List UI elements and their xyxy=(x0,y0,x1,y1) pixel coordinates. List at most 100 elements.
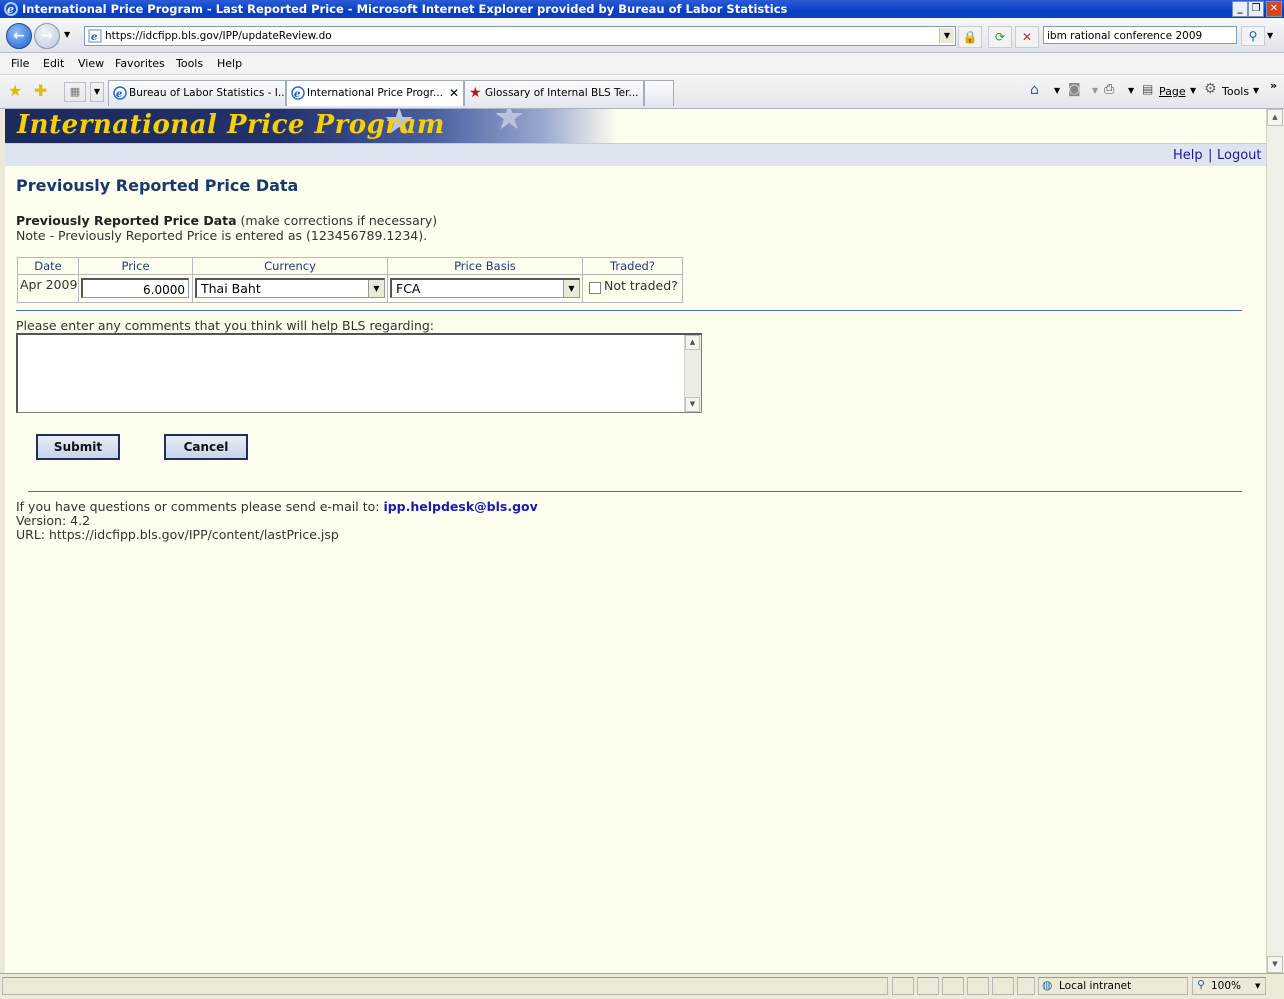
not-traded-label: Not traded? xyxy=(604,278,678,293)
zone-segment[interactable]: ◍ Local intranet xyxy=(1038,977,1188,995)
currency-selected-value: Thai Baht xyxy=(201,281,261,296)
zoom-dropdown-icon[interactable]: ▼ xyxy=(1255,982,1260,990)
cell-currency: Thai Baht ▼ xyxy=(193,275,388,302)
search-options-icon[interactable]: ▼ xyxy=(1267,31,1273,40)
address-field[interactable]: e https://idcfipp.bls.gov/IPP/updateRevi… xyxy=(84,26,956,46)
chevron-down-icon[interactable]: ▼ xyxy=(563,280,579,297)
menu-help[interactable]: Help xyxy=(217,53,242,74)
back-arrow-icon: ← xyxy=(13,28,25,44)
favorites-star-icon[interactable]: ★ xyxy=(8,81,22,100)
tab-ie-icon: e xyxy=(291,86,305,100)
cancel-button[interactable]: Cancel xyxy=(164,434,248,460)
tab-list-dropdown-icon[interactable]: ▼ xyxy=(90,82,104,102)
menu-tools[interactable]: Tools xyxy=(176,53,203,74)
svg-text:e: e xyxy=(7,3,14,16)
status-segment xyxy=(892,977,914,995)
lock-icon[interactable]: 🔒 xyxy=(958,26,982,48)
menu-file[interactable]: File xyxy=(11,53,29,74)
zoom-segment[interactable]: ⚲ 100% ▼ xyxy=(1192,977,1266,995)
intro-rest: (make corrections if necessary) xyxy=(236,213,438,228)
tools-menu-button[interactable]: Tools xyxy=(1222,83,1249,101)
feeds-dropdown-icon[interactable]: ▼ xyxy=(1092,86,1098,95)
restore-button[interactable]: ❐ xyxy=(1248,1,1264,17)
address-toolbar: ← → ▼ e https://idcfipp.bls.gov/IPP/upda… xyxy=(0,18,1284,53)
tab-close-icon[interactable]: ✕ xyxy=(449,81,459,106)
status-segment xyxy=(1017,977,1035,995)
price-input[interactable]: 6.0000 xyxy=(81,278,189,298)
scroll-down-icon[interactable]: ▼ xyxy=(1267,956,1283,973)
helpdesk-email-link[interactable]: ipp.helpdesk@bls.gov xyxy=(383,499,537,514)
menu-edit[interactable]: Edit xyxy=(43,53,64,74)
minimize-button[interactable]: _ xyxy=(1232,1,1248,17)
scroll-up-icon[interactable]: ▲ xyxy=(1267,109,1283,126)
page-content: ★ ★ International Price Program Help | L… xyxy=(5,109,1266,973)
svg-text:e: e xyxy=(294,89,300,100)
forward-arrow-icon: → xyxy=(41,28,53,44)
home-dropdown-icon[interactable]: ▼ xyxy=(1054,86,1060,95)
price-basis-select[interactable]: FCA ▼ xyxy=(390,278,580,298)
textarea-scrollbar[interactable]: ▲ ▼ xyxy=(684,335,701,412)
tab-ipp[interactable]: e International Price Progr... ✕ xyxy=(286,80,464,106)
contact-prefix: If you have questions or comments please… xyxy=(16,499,384,514)
date-value: Apr 2009 xyxy=(20,277,78,292)
zoom-label: 100% xyxy=(1211,980,1242,992)
price-table: Date Price Currency Price Basis Traded? … xyxy=(17,257,683,303)
stop-icon[interactable]: ✕ xyxy=(1015,26,1039,48)
header-traded: Traded? xyxy=(583,258,682,275)
close-window-button[interactable]: ✕ xyxy=(1266,1,1282,17)
comments-label: Please enter any comments that you think… xyxy=(16,318,435,333)
page-dropdown-icon[interactable]: ▼ xyxy=(1190,86,1196,95)
quick-tabs-icon[interactable]: ▦ xyxy=(64,82,86,102)
tools-dropdown-icon[interactable]: ▼ xyxy=(1253,86,1259,95)
logout-link[interactable]: Logout xyxy=(1217,148,1262,163)
forward-button[interactable]: → xyxy=(34,23,60,49)
ie-logo-icon: e xyxy=(4,2,18,16)
page-scrollbar[interactable]: ▲ ▼ xyxy=(1266,109,1284,973)
address-dropdown-icon[interactable]: ▼ xyxy=(939,28,954,43)
banner-title: International Price Program xyxy=(17,110,445,140)
search-icon[interactable]: ⚲ xyxy=(1241,26,1265,46)
refresh-icon[interactable]: ⟳ xyxy=(988,26,1012,48)
print-dropdown-icon[interactable]: ▼ xyxy=(1128,86,1134,95)
menu-bar: File Edit View Favorites Tools Help xyxy=(0,53,1284,75)
version-text: Version: 4.2 xyxy=(16,513,91,528)
chevron-more-icon[interactable]: » xyxy=(1270,79,1277,92)
back-button[interactable]: ← xyxy=(6,23,32,49)
tab-glossary[interactable]: ★ Glossary of Internal BLS Ter... xyxy=(464,80,644,106)
submit-button[interactable]: Submit xyxy=(36,434,120,460)
intranet-globe-icon: ◍ xyxy=(1042,978,1053,992)
search-input[interactable]: ibm rational conference 2009 xyxy=(1043,26,1237,44)
status-text-area xyxy=(2,977,888,995)
tab-bar: ★ ✚ ▦ ▼ e Bureau of Labor Statistics - I… xyxy=(0,75,1284,109)
header-price-basis: Price Basis xyxy=(388,258,583,275)
scroll-up-icon[interactable]: ▲ xyxy=(685,335,700,350)
cell-price: 6.0000 xyxy=(79,275,193,302)
bls-star-icon: ★ xyxy=(469,85,482,101)
print-icon[interactable]: ⎙ xyxy=(1104,82,1114,97)
tab-bls[interactable]: e Bureau of Labor Statistics - I... xyxy=(108,80,286,106)
home-icon[interactable]: ⌂ xyxy=(1030,82,1039,98)
new-tab-button[interactable] xyxy=(644,80,674,106)
menu-favorites[interactable]: Favorites xyxy=(115,53,165,74)
tab-label: Bureau of Labor Statistics - I... xyxy=(129,87,286,99)
header-date: Date xyxy=(18,258,79,275)
ipp-banner: ★ ★ International Price Program xyxy=(5,109,617,143)
link-separator: | xyxy=(1208,148,1213,163)
add-favorite-icon[interactable]: ✚ xyxy=(34,81,47,100)
window-title: International Price Program - Last Repor… xyxy=(22,2,788,16)
status-segment xyxy=(967,977,989,995)
page-title: Previously Reported Price Data xyxy=(16,176,299,195)
chevron-down-icon[interactable]: ▼ xyxy=(368,280,384,297)
not-traded-checkbox[interactable] xyxy=(589,282,601,294)
feeds-icon[interactable]: ◙ xyxy=(1068,82,1081,97)
menu-view[interactable]: View xyxy=(78,53,104,74)
currency-select[interactable]: Thai Baht ▼ xyxy=(195,278,385,298)
status-segment xyxy=(942,977,964,995)
page-menu-button[interactable]: Page xyxy=(1159,83,1186,101)
scroll-down-icon[interactable]: ▼ xyxy=(685,397,700,412)
intro-text: Previously Reported Price Data (make cor… xyxy=(16,213,437,228)
help-link[interactable]: Help xyxy=(1173,148,1203,163)
intro-bold: Previously Reported Price Data xyxy=(16,213,237,228)
history-dropdown-icon[interactable]: ▼ xyxy=(64,30,70,39)
comments-textarea[interactable]: ▲ ▼ xyxy=(16,333,702,413)
